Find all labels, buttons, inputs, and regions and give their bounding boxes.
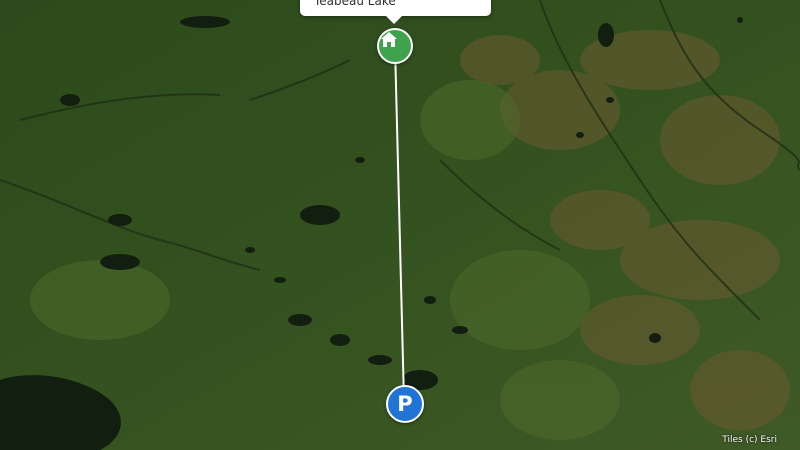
parking-letter: P bbox=[397, 391, 413, 416]
parking-marker[interactable]: P bbox=[386, 385, 424, 423]
home-marker[interactable] bbox=[377, 28, 413, 64]
map-attribution: Tiles (c) Esri bbox=[722, 435, 777, 445]
home-icon bbox=[381, 32, 397, 47]
map-view[interactable]: P Teabeau Lake Tiles (c) Esri bbox=[0, 0, 800, 450]
location-popup[interactable]: Teabeau Lake bbox=[300, 0, 491, 24]
satellite-imagery bbox=[0, 0, 800, 450]
popup-tip bbox=[386, 16, 402, 24]
popup-title: Teabeau Lake bbox=[314, 0, 396, 8]
